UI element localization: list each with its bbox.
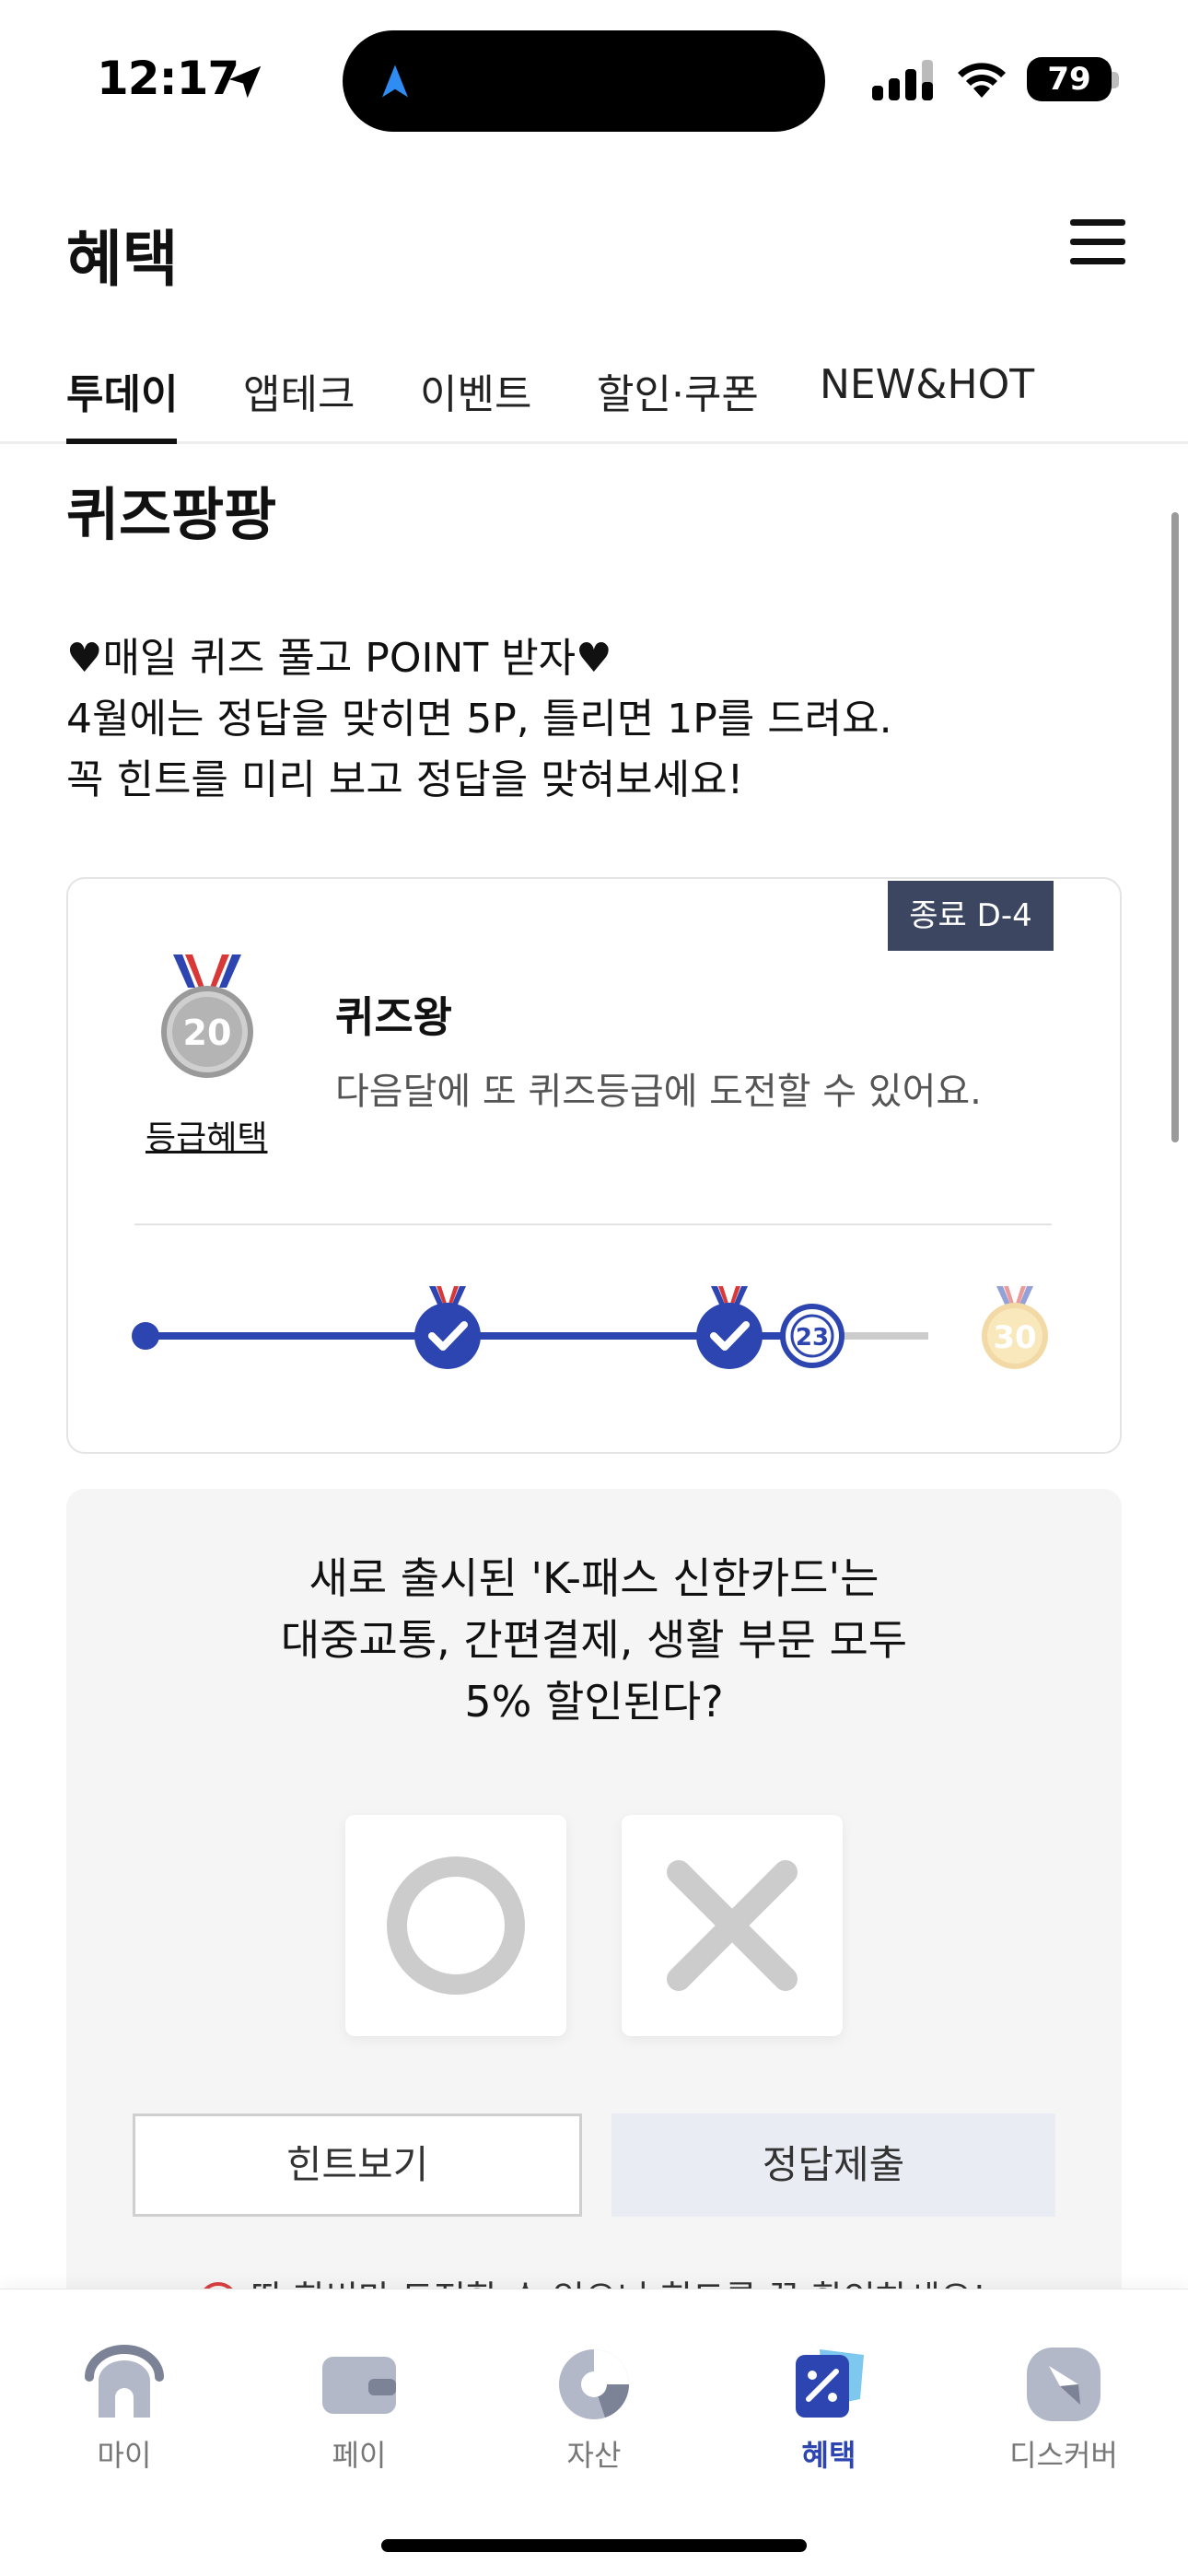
category-tabs: 투데이 앱테크 이벤트 할인·쿠폰 NEW&HOT xyxy=(0,348,1188,444)
card-divider xyxy=(134,1224,1052,1225)
nav-label: 혜택 xyxy=(801,2438,856,2473)
tab-event[interactable]: 이벤트 xyxy=(420,361,531,420)
location-arrow-icon xyxy=(228,65,262,99)
page-scrollbar[interactable] xyxy=(1171,512,1179,1142)
tab-apptech[interactable]: 앱테크 xyxy=(243,361,355,420)
navigation-arrow-icon xyxy=(382,64,408,98)
nav-label: 페이 xyxy=(332,2438,387,2473)
cellular-signal-icon xyxy=(872,60,933,100)
current-progress-marker: 23 xyxy=(780,1304,844,1368)
active-tab-indicator xyxy=(66,439,177,444)
hamburger-menu-icon[interactable] xyxy=(1070,219,1125,271)
battery-cap xyxy=(1112,72,1119,88)
home-indicator xyxy=(381,2539,807,2552)
quiz-description-line: ♥매일 퀴즈 풀고 POINT 받자♥ xyxy=(66,635,612,682)
medal-number: 20 xyxy=(183,1013,232,1053)
benefit-tag-icon xyxy=(796,2349,864,2418)
quiz-description-line: 꼭 힌트를 미리 보고 정답을 맞혀보세요! xyxy=(66,756,744,803)
nav-item-my[interactable]: 마이 xyxy=(51,2340,198,2475)
hint-button[interactable]: 힌트보기 xyxy=(133,2113,582,2217)
pie-chart-icon xyxy=(559,2349,629,2419)
grade-benefit-link[interactable]: 등급혜택 xyxy=(146,1111,267,1159)
quiz-description-line: 4월에는 정답을 맞히면 5P, 틀리면 1P를 드려요. xyxy=(66,696,892,743)
compass-icon xyxy=(1027,2348,1101,2421)
wallet-icon xyxy=(322,2357,396,2414)
wifi-icon xyxy=(958,63,1006,98)
quiz-description: ♥매일 퀴즈 풀고 POINT 받자♥ 4월에는 정답을 맞히면 5P, 틀리면… xyxy=(66,628,892,811)
nav-item-assets[interactable]: 자산 xyxy=(520,2340,668,2475)
quiz-question-line: 5% 할인된다? xyxy=(464,1677,724,1727)
tab-today[interactable]: 투데이 xyxy=(66,361,178,420)
grade-name: 퀴즈왕 xyxy=(335,992,452,1042)
grade-subtitle: 다음달에 또 퀴즈등급에 도전할 수 있어요. xyxy=(335,1071,982,1113)
dday-badge: 종료 D-4 xyxy=(888,881,1054,951)
quiz-question-line: 대중교통, 간편결제, 생활 부문 모두 xyxy=(280,1615,908,1665)
circle-o-icon xyxy=(387,1856,525,1995)
cross-x-icon xyxy=(667,1860,798,1991)
progress-start-dot xyxy=(132,1322,159,1350)
nav-item-discover[interactable]: 디스커버 xyxy=(990,2340,1137,2475)
submit-answer-button[interactable]: 정답제출 xyxy=(611,2113,1055,2217)
quiz-section-title: 퀴즈팡팡 xyxy=(66,481,277,548)
page-title: 혜택 xyxy=(66,224,179,295)
nav-label: 자산 xyxy=(566,2438,622,2473)
dynamic-island xyxy=(343,30,825,132)
home-icon xyxy=(85,2345,164,2418)
answer-x-button[interactable] xyxy=(622,1815,843,2036)
milestone-20-icon xyxy=(696,1286,763,1369)
tab-new-hot[interactable]: NEW&HOT xyxy=(820,361,1034,408)
goal-count: 30 xyxy=(993,1319,1036,1356)
quiz-question-line: 새로 출시된 'K-패스 신한카드'는 xyxy=(309,1553,879,1603)
quiz-question: 새로 출시된 'K-패스 신한카드'는 대중교통, 간편결제, 생활 부문 모두… xyxy=(66,1548,1122,1733)
nav-label: 마이 xyxy=(97,2438,152,2473)
grade-progress-bar: 23 30 xyxy=(132,1286,1048,1369)
nav-label: 디스커버 xyxy=(1009,2438,1118,2473)
battery-indicator: 79 xyxy=(1027,57,1112,101)
nav-item-pay[interactable]: 페이 xyxy=(285,2340,433,2475)
milestone-30-icon: 30 xyxy=(982,1286,1048,1369)
current-count: 23 xyxy=(796,1324,829,1352)
status-time: 12:17 xyxy=(97,52,239,105)
milestone-10-icon xyxy=(414,1286,481,1369)
tab-discount-coupon[interactable]: 할인·쿠폰 xyxy=(597,361,759,420)
nav-item-benefits[interactable]: 혜택 xyxy=(755,2340,903,2475)
silver-medal-icon: 20 xyxy=(161,954,253,1078)
answer-o-button[interactable] xyxy=(345,1815,566,2036)
status-bar: 12:17 79 xyxy=(0,0,1188,157)
